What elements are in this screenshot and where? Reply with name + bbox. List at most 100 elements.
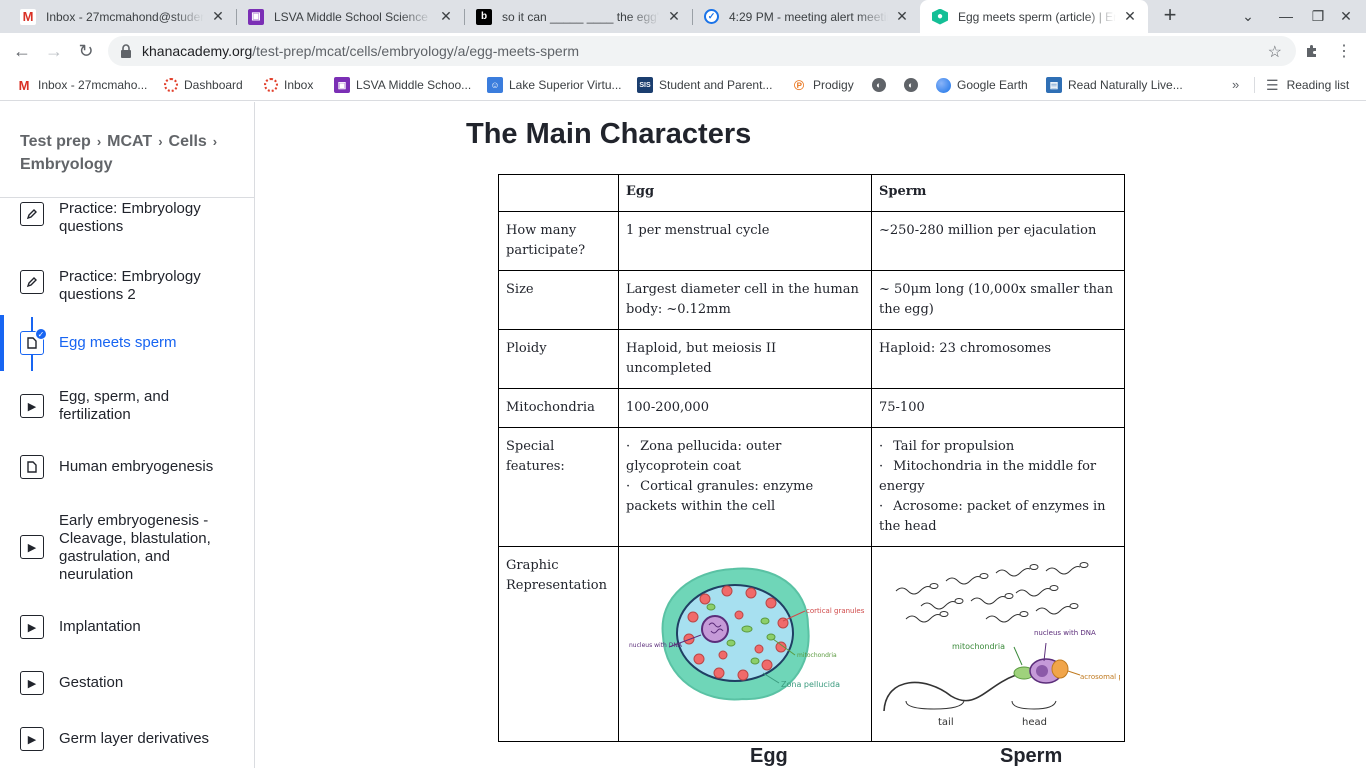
bookmark-read-naturally[interactable]: ▤ Read Naturally Live... (1046, 75, 1183, 95)
more-bookmarks-button[interactable]: » (1232, 77, 1239, 92)
bookmark-gmail[interactable]: M Inbox - 27mcmaho... (16, 75, 148, 95)
play-icon: ▶ (20, 615, 44, 639)
bookmark-student-parent[interactable]: SIS Student and Parent... (637, 75, 772, 95)
tab-meeting-alert[interactable]: ✓ 4:29 PM - meeting alert meetin ✕ (692, 0, 920, 33)
close-icon[interactable]: ✕ (894, 8, 910, 25)
brainly-icon: b (476, 8, 492, 25)
pencil-icon (20, 202, 44, 226)
lesson-label: Early embryogenesis - Cleavage, blastula… (59, 512, 211, 583)
lesson-practice-embryology-2[interactable]: Practice: Embryology questions 2 (0, 268, 254, 310)
classroom-icon: ▣ (334, 77, 350, 93)
sperm-nucleus (1036, 665, 1048, 677)
divider (0, 197, 254, 198)
table-row: Mitochondria 100-200,000 75-100 (498, 388, 1125, 428)
url-host: khanacademy.org (142, 43, 253, 59)
label-acrosomal-proteins: acrosomal proteins (1080, 673, 1120, 681)
sperm-cell: 75-100 (871, 388, 1125, 428)
tab-brainly[interactable]: b so it can _____ ____ the egg's ex ✕ (464, 0, 692, 33)
lesson-label: Germ layer derivatives (59, 730, 210, 747)
tab-title: so it can _____ ____ the egg's ex (502, 9, 660, 24)
close-icon[interactable]: ✕ (666, 8, 682, 25)
play-icon: ▶ (20, 394, 44, 418)
bookmark-prodigy[interactable]: ℗ Prodigy (791, 75, 854, 95)
bookmark-globe-1[interactable]: ◐ (872, 75, 892, 95)
tab-gmail[interactable]: M Inbox - 27mcmahond@studen ✕ (8, 0, 236, 33)
tab-title: LSVA Middle School Science 2 (274, 9, 432, 24)
close-icon[interactable]: ✕ (438, 8, 454, 25)
prodigy-icon: ℗ (793, 77, 805, 93)
sperm-diagram-cell: mitochondria nucleus with DNA acrosomal … (871, 546, 1125, 742)
egg-diagram-cell: cortical granules nucleus with DNA mitoc… (618, 546, 872, 742)
lesson-human-embryogenesis[interactable]: Human embryogenesis (0, 455, 254, 485)
forward-button[interactable]: → (42, 39, 66, 63)
play-icon: ▶ (20, 671, 44, 695)
breadcrumb-mcat[interactable]: MCAT (107, 133, 152, 150)
address-bar[interactable]: khanacademy.org/test-prep/mcat/cells/emb… (108, 36, 1296, 66)
browser-toolbar: ← → ↻ khanacademy.org/test-prep/mcat/cel… (0, 33, 1366, 69)
bookmark-star-icon[interactable]: ☆ (1268, 42, 1282, 62)
breadcrumb-separator: › (96, 134, 102, 149)
label-zona-pellucida: Zona pellucida (781, 680, 840, 689)
breadcrumb-embryology[interactable]: Embryology (20, 156, 112, 173)
khan-academy-icon: ● (932, 8, 948, 25)
lesson-implantation[interactable]: ▶ Implantation (0, 615, 254, 645)
window-close-icon[interactable]: ✕ (1336, 6, 1356, 26)
globe-icon: ◐ (904, 78, 918, 92)
minimize-icon[interactable]: — (1276, 6, 1296, 26)
progress-track (31, 317, 33, 331)
new-tab-button[interactable]: + (1158, 4, 1182, 28)
lesson-early-embryogenesis[interactable]: ▶ Early embryogenesis - Cleavage, blastu… (0, 512, 254, 588)
bookmark-label: Dashboard (184, 78, 243, 92)
label-tail: tail (938, 717, 954, 728)
bookmark-dashboard[interactable]: Dashboard (164, 75, 243, 95)
lesson-gestation[interactable]: ▶ Gestation (0, 671, 254, 701)
bookmark-label: Inbox - 27mcmaho... (38, 78, 148, 92)
lesson-germ-layer-derivatives[interactable]: ▶ Germ layer derivatives (0, 727, 254, 757)
feature-text: Mitochondria in the middle for energy (879, 459, 1097, 494)
close-icon[interactable]: ✕ (1122, 8, 1138, 25)
table-row-special-features: Special features: · Zona pellucida: outer… (498, 427, 1125, 547)
tab-classroom[interactable]: ▣ LSVA Middle School Science 2 ✕ (236, 0, 464, 33)
sperm-cell: ~ 50μm long (10,000x smaller than the eg… (871, 270, 1125, 330)
bookmark-lsva[interactable]: ▣ LSVA Middle Schoo... (334, 75, 471, 95)
bookmark-lake-superior[interactable]: ☺ Lake Superior Virtu... (487, 75, 622, 95)
row-label: Ploidy (498, 329, 619, 389)
gmail-icon: M (20, 8, 36, 25)
restore-icon[interactable]: ❐ (1308, 6, 1328, 26)
completed-check-icon: ✓ (35, 328, 47, 340)
reading-list-button[interactable]: ☰ Reading list (1266, 75, 1349, 95)
google-earth-icon (936, 77, 951, 93)
feature-text: Acrosome: packet of enzymes in the head (879, 499, 1106, 534)
tab-search-icon[interactable]: ⌄ (1238, 6, 1258, 26)
sperm-cell: Haploid: 23 chromosomes (871, 329, 1125, 389)
lesson-egg-sperm-fertilization[interactable]: ▶ Egg, sperm, and fertilization (0, 388, 254, 430)
subheading-sperm: Sperm (1000, 745, 1063, 767)
bullet-dot: · (626, 479, 631, 494)
row-label: Special features: (498, 427, 619, 547)
lesson-practice-embryology[interactable]: Practice: Embryology questions (0, 200, 254, 242)
bookmark-inbox[interactable]: Inbox (264, 75, 313, 95)
back-button[interactable]: ← (10, 39, 34, 63)
bookmark-label: Google Earth (957, 78, 1028, 92)
small-sperm-cluster (895, 562, 1089, 623)
reload-button[interactable]: ↻ (74, 39, 98, 63)
close-icon[interactable]: ✕ (210, 8, 226, 25)
divider (1254, 77, 1255, 93)
tab-khan-academy[interactable]: ● Egg meets sperm (article) | Em ✕ (920, 0, 1148, 33)
check-icon: ✓ (704, 9, 719, 24)
bookmark-google-earth[interactable]: Google Earth (936, 75, 1028, 95)
tab-title: Egg meets sperm (article) | Em (958, 9, 1116, 24)
reading-list-label: Reading list (1286, 78, 1350, 92)
bookmark-globe-2[interactable]: ◐ (904, 75, 924, 95)
url-path: /test-prep/mcat/cells/embryology/a/egg-m… (252, 43, 580, 59)
feature-item: · Mitochondria in the middle for energy (879, 457, 1117, 497)
breadcrumb-cells[interactable]: Cells (169, 133, 207, 150)
menu-kebab-icon[interactable]: ⋮ (1332, 39, 1356, 63)
lesson-label: Egg, sperm, and fertilization (59, 388, 170, 423)
nucleus (701, 615, 729, 643)
extensions-puzzle-icon[interactable] (1300, 39, 1324, 63)
cytoplasm (676, 584, 794, 682)
table-row: Ploidy Haploid, but meiosis II uncomplet… (498, 329, 1125, 389)
egg-cell-diagram: cortical granules nucleus with DNA mitoc… (629, 567, 865, 701)
breadcrumb-test-prep[interactable]: Test prep (20, 133, 91, 150)
